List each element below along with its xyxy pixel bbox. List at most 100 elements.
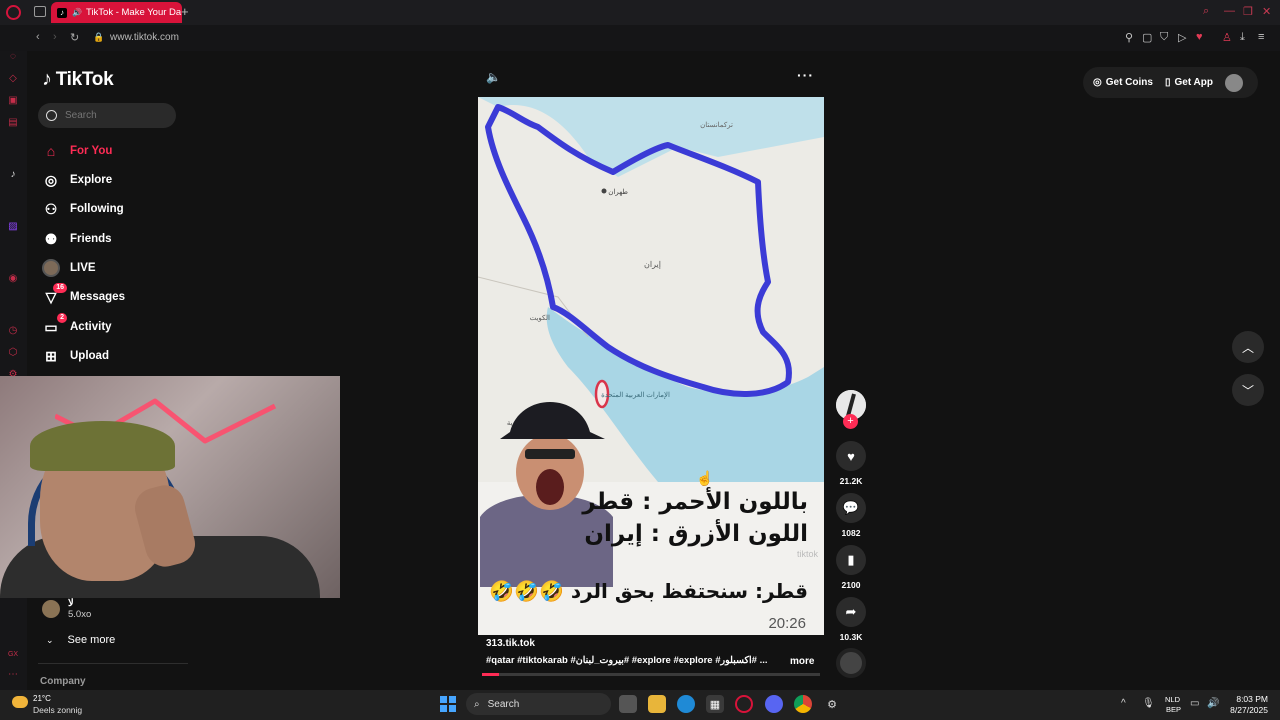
heart-icon[interactable]: ♥ xyxy=(1196,31,1203,43)
get-coins-button[interactable]: ◎ Get Coins xyxy=(1093,77,1153,88)
video-author[interactable]: 313.tik.tok xyxy=(486,638,535,649)
start-button[interactable] xyxy=(440,696,456,712)
share-count: 10.3K xyxy=(839,632,863,642)
save-button[interactable]: ▮ xyxy=(836,545,866,575)
forward-icon[interactable]: › xyxy=(53,31,57,43)
back-icon[interactable]: ‹ xyxy=(36,31,40,43)
nav-messages[interactable]: ▽ 16 Messages xyxy=(42,283,125,307)
opera-taskbar-icon[interactable] xyxy=(735,695,753,713)
reload-icon[interactable]: ↻ xyxy=(70,31,79,44)
new-tab-button[interactable]: + xyxy=(181,4,189,19)
weather-condition[interactable]: Deels zonnig xyxy=(33,705,82,715)
nav-live[interactable]: LIVE xyxy=(42,258,96,278)
tiktok-favicon-icon: ♪ xyxy=(57,7,67,18)
user-avatar[interactable] xyxy=(1225,73,1243,92)
lock-icon[interactable]: 🔒 xyxy=(93,32,104,43)
share-button[interactable]: ➦ xyxy=(836,597,866,627)
weather-temp[interactable]: 21°C xyxy=(33,694,51,703)
nav-for-you[interactable]: ⌂ For You xyxy=(42,141,113,161)
weather-icon[interactable] xyxy=(12,696,28,708)
wallet-icon[interactable]: ♙ xyxy=(1222,31,1232,44)
following-icon: ⚇ xyxy=(44,200,58,217)
get-app-button[interactable]: ▯ Get App xyxy=(1165,77,1213,88)
nav-explore[interactable]: ◎ Explore xyxy=(42,170,112,190)
minimize-icon[interactable]: — xyxy=(1224,5,1235,17)
snapshot-icon[interactable]: ▢ xyxy=(1142,31,1152,44)
video-progress-bar[interactable] xyxy=(482,673,820,676)
speaker-icon[interactable]: 🔊 xyxy=(1207,698,1219,709)
opera-logo-icon[interactable] xyxy=(6,5,21,20)
heart-icon: ♥ xyxy=(847,448,855,464)
sidebar-gx-icon[interactable]: GX xyxy=(7,649,19,661)
like-button[interactable]: ♥ xyxy=(836,441,866,471)
chrome-icon[interactable] xyxy=(794,695,812,713)
next-video-button[interactable]: ﹀ xyxy=(1232,374,1264,406)
close-icon[interactable]: ✕ xyxy=(1262,5,1271,18)
sidebar-history-icon[interactable]: ◷ xyxy=(7,325,19,337)
nav-upload[interactable]: ⊞ Upload xyxy=(42,346,109,366)
map-label-iran: إيران xyxy=(644,260,661,269)
taskbar-search[interactable]: ⌕ Search xyxy=(466,693,611,715)
company-link[interactable]: Company xyxy=(40,676,86,687)
taskbar-search-label: Search xyxy=(487,698,520,710)
sidebar-more-icon[interactable]: ⋯ xyxy=(7,669,19,681)
keyboard-layout[interactable]: BEP xyxy=(1166,705,1181,714)
language-indicator[interactable]: NLD xyxy=(1165,695,1180,704)
steam-icon[interactable]: ⚙ xyxy=(823,695,841,713)
more-options-icon[interactable]: ··· xyxy=(797,67,814,83)
like-count: 21.2K xyxy=(839,476,863,486)
player-icon[interactable]: ▷ xyxy=(1178,31,1186,44)
pin-icon[interactable]: ⚲ xyxy=(1125,31,1133,44)
search-box[interactable] xyxy=(38,103,176,128)
coin-icon: ◎ xyxy=(1093,77,1102,88)
see-more-button[interactable]: ⌄ See more xyxy=(46,634,115,646)
clock-time[interactable]: 8:03 PM xyxy=(1232,694,1268,704)
file-explorer-icon[interactable] xyxy=(648,695,666,713)
sidebar-bag-icon[interactable]: ◇ xyxy=(7,73,19,85)
clock-date[interactable]: 8/27/2025 xyxy=(1222,705,1268,715)
sidebar-aria-icon[interactable]: ◌ xyxy=(7,51,19,63)
comment-count: 1082 xyxy=(841,528,861,538)
sidebar-player-icon[interactable]: ◉ xyxy=(7,273,19,285)
bookmark-icon: ▮ xyxy=(847,552,855,567)
nav-following[interactable]: ⚇ Following xyxy=(42,199,124,219)
account-avatar[interactable] xyxy=(42,600,60,618)
url-field[interactable]: www.tiktok.com xyxy=(110,32,179,43)
edge-icon[interactable] xyxy=(677,695,695,713)
follow-button[interactable]: + xyxy=(843,414,858,429)
restore-icon[interactable]: ❐ xyxy=(1243,5,1253,18)
sidebar-messenger-icon[interactable]: ▤ xyxy=(7,117,19,129)
volume-icon[interactable]: 🔈 xyxy=(486,70,501,84)
store-icon[interactable]: ▦ xyxy=(706,695,724,713)
microphone-icon[interactable]: 🎙 xyxy=(1142,698,1155,709)
video-player[interactable]: تركمانستان طهران إيران الكويت الإمارات ا… xyxy=(478,97,824,635)
music-disc-icon[interactable] xyxy=(836,648,866,678)
sidebar-twitch-icon[interactable]: ▨ xyxy=(7,221,19,233)
search-input[interactable] xyxy=(65,110,165,121)
discord-icon[interactable] xyxy=(765,695,783,713)
menu-icon[interactable]: ≡ xyxy=(1258,31,1264,43)
download-icon[interactable]: ⤓ xyxy=(1240,31,1245,44)
nav-activity[interactable]: ▭ 2 Activity xyxy=(42,313,112,337)
search-tabs-icon[interactable]: ⌕ xyxy=(1203,5,1209,18)
comment-button[interactable]: 💬 xyxy=(836,493,866,523)
tray-expand-icon[interactable]: ^ xyxy=(1121,698,1126,709)
video-hashtags[interactable]: #qatar #tiktokarab #بيروت_لبنان# #explor… xyxy=(486,655,767,666)
account-name[interactable]: ﻻ xyxy=(68,598,74,609)
tab-audio-icon[interactable]: 🔊 xyxy=(72,8,82,17)
tiktok-logo[interactable]: ♪ TikTok xyxy=(42,68,114,91)
nav-friends[interactable]: ⚉ Friends xyxy=(42,229,112,249)
previous-video-button[interactable]: ︿ xyxy=(1232,331,1264,363)
tab-tiktok[interactable]: ♪ 🔊 TikTok - Make Your Da xyxy=(51,2,182,23)
tab-switcher-icon[interactable] xyxy=(34,6,46,17)
tab-title: TikTok - Make Your Da xyxy=(85,7,182,18)
home-icon: ⌂ xyxy=(46,143,56,159)
windows-taskbar xyxy=(0,690,1280,720)
network-icon[interactable]: ▭ xyxy=(1190,698,1199,709)
sidebar-extensions-icon[interactable]: ⬡ xyxy=(7,347,19,359)
sidebar-game-icon[interactable]: ▣ xyxy=(7,95,19,107)
more-description-button[interactable]: more xyxy=(790,656,814,667)
shield-icon[interactable]: ⛉ xyxy=(1160,31,1168,44)
sidebar-tiktok-icon[interactable]: ♪ xyxy=(7,169,19,181)
taskview-icon[interactable] xyxy=(619,695,637,713)
